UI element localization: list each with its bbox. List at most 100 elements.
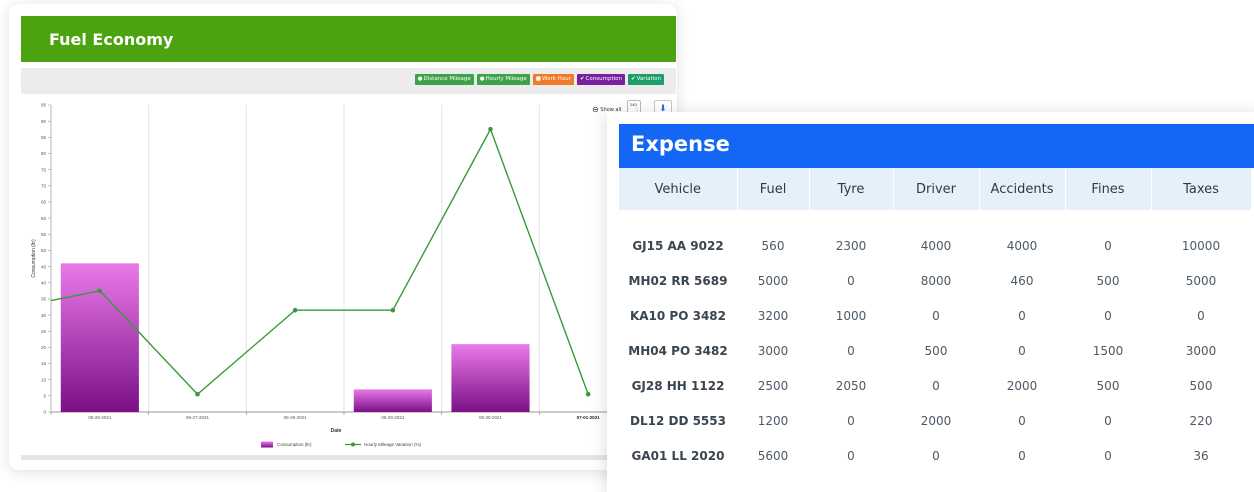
expense-cell-fines: 1500: [1092, 343, 1124, 358]
y-tick-label: 15: [41, 361, 47, 366]
y-tick-label: 60: [41, 216, 47, 221]
table-spacer: [619, 210, 1251, 228]
variation-point: [585, 391, 591, 397]
chart-scrollbar[interactable]: [21, 455, 676, 460]
y-tick-label: 80: [41, 151, 47, 156]
expense-table: Vehicle Fuel Tyre Driver Accidents Fines Taxes…: [619, 168, 1252, 473]
column-header-fines[interactable]: Fines: [1065, 168, 1152, 210]
legend-consumption-swatch: [261, 441, 273, 448]
expense-cell-tyre: 0: [847, 343, 855, 358]
expense-cell-accidents: 0: [1018, 308, 1026, 323]
expense-cell-fines: 0: [1104, 308, 1112, 323]
table-row[interactable]: GA01 LL 2020 5600 0 0 0 0 36: [619, 438, 1251, 473]
vehicle-cell: KA10 PO 3482: [629, 308, 727, 323]
x-tick-label: 06-28-2021: [284, 415, 308, 420]
legend-variation-label: Hourly Mileage Variation (%): [364, 442, 421, 447]
y-tick-label: 25: [41, 329, 47, 334]
table-row[interactable]: DL12 DD 5553 1200 0 2000 0 0 220: [619, 403, 1251, 438]
y-tick-label: 10: [41, 377, 47, 382]
expense-cell-fines: 500: [1096, 378, 1120, 393]
table-row[interactable]: KA10 PO 3482 3200 1000 0 0 0 0: [619, 298, 1251, 333]
table-row[interactable]: MH02 RR 5689 5000 0 8000 460 500 5000: [619, 263, 1251, 298]
y-tick-label: 65: [41, 200, 47, 205]
expense-cell-driver: 500: [924, 343, 948, 358]
expense-cell-fuel: 5000: [757, 273, 789, 288]
expense-cell-driver: 8000: [920, 273, 952, 288]
consumption-bar: [60, 263, 139, 412]
expense-cell-taxes: 10000: [1181, 238, 1221, 253]
expense-cell-accidents: 2000: [1006, 378, 1038, 393]
y-tick-label: 75: [41, 167, 47, 172]
x-tick-label: 06-27-2021: [186, 415, 210, 420]
expense-cell-taxes: 5000: [1185, 273, 1217, 288]
column-header-taxes[interactable]: Taxes: [1151, 168, 1252, 210]
vehicle-cell: MH04 PO 3482: [628, 343, 728, 358]
expense-table-body: GJ15 AA 9022 560 2300 4000 4000 0 10000 MH02 RR…: [619, 210, 1251, 473]
vehicle-cell: MH02 RR 5689: [628, 273, 728, 288]
y-tick-label: 70: [41, 183, 47, 188]
column-header-accidents[interactable]: Accidents: [979, 168, 1066, 210]
expense-cell-fines: 0: [1104, 238, 1112, 253]
expense-table-header: Vehicle Fuel Tyre Driver Accidents Fines Taxes: [619, 168, 1252, 210]
expense-title: Expense: [631, 132, 730, 156]
expense-card: Expense Vehicle Fuel Tyre Driver Accidents Fi…: [607, 112, 1254, 492]
expense-cell-tyre: 2300: [835, 238, 867, 253]
y-tick-label: 55: [41, 232, 47, 237]
expense-cell-tyre: 1000: [835, 308, 867, 323]
expense-cell-driver: 0: [932, 308, 940, 323]
expense-cell-fuel: 3200: [757, 308, 789, 323]
x-axis-title: Date: [331, 428, 342, 434]
legend-consumption-label: Consumption (ltr): [277, 442, 312, 447]
y-tick-label: 50: [41, 248, 47, 253]
y-tick-label: 95: [41, 103, 47, 108]
x-tick-label: 06-30-2021: [479, 415, 503, 420]
y-tick-label: 85: [41, 135, 47, 140]
y-tick-label: 40: [41, 280, 47, 285]
column-header-driver[interactable]: Driver: [893, 168, 980, 210]
y-tick-label: 5: [43, 394, 46, 399]
fuel-economy-chart: 0 5 10 15 20 25 30 35 40 45 50 55 60 65 70 75 80 85 90 95 06…: [31, 103, 638, 448]
column-header-tyre[interactable]: Tyre: [809, 168, 894, 210]
y-tick-label: 90: [41, 119, 47, 124]
expense-cell-accidents: 0: [1018, 343, 1026, 358]
expense-cell-driver: 4000: [920, 238, 952, 253]
variation-point: [390, 307, 396, 313]
table-row[interactable]: GJ28 HH 1122 2500 2050 0 2000 500 500: [619, 368, 1251, 403]
expense-cell-fuel: 560: [761, 238, 785, 253]
x-tick-label: 06-26-2021: [88, 415, 112, 420]
expense-cell-fuel: 2500: [757, 378, 789, 393]
expense-cell-accidents: 0: [1018, 413, 1026, 428]
variation-point: [195, 391, 200, 397]
expense-cell-taxes: 220: [1189, 413, 1213, 428]
expense-cell-tyre: 0: [847, 413, 855, 428]
vehicle-cell: GJ28 HH 1122: [631, 378, 725, 393]
expense-cell-taxes: 3000: [1185, 343, 1217, 358]
expense-cell-driver: 0: [932, 378, 940, 393]
y-tick-label: 20: [41, 345, 47, 350]
y-tick-label: 45: [41, 264, 47, 269]
variation-point: [97, 288, 103, 294]
expense-cell-taxes: 500: [1189, 378, 1213, 393]
vehicle-cell: DL12 DD 5553: [630, 413, 726, 428]
vehicle-cell: GJ15 AA 9022: [632, 238, 724, 253]
x-tick-label: 06-29-2021: [381, 415, 405, 420]
expense-header: Expense: [619, 124, 1254, 168]
legend-variation-marker: [351, 442, 355, 447]
table-row[interactable]: GJ15 AA 9022 560 2300 4000 4000 0 10000: [619, 228, 1251, 263]
y-tick-label: 30: [41, 313, 47, 318]
variation-point: [292, 307, 298, 313]
column-header-vehicle[interactable]: Vehicle: [619, 168, 738, 210]
expense-cell-fuel: 5600: [757, 448, 789, 463]
y-tick-label: 0: [43, 410, 46, 415]
table-row[interactable]: MH04 PO 3482 3000 0 500 0 1500 3000: [619, 333, 1251, 368]
expense-cell-fuel: 1200: [757, 413, 789, 428]
consumption-bar: [451, 344, 530, 412]
fuel-economy-card: Fuel Economy ●Distance Mileage ●Hourly Mi…: [9, 4, 677, 470]
expense-cell-fuel: 3000: [757, 343, 789, 358]
y-axis-title: Consumption (ltr): [31, 239, 37, 278]
y-tick-label: 35: [41, 297, 47, 302]
variation-point: [488, 126, 493, 132]
column-header-fuel[interactable]: Fuel: [737, 168, 810, 210]
expense-cell-taxes: 36: [1193, 448, 1209, 463]
expense-cell-fines: 0: [1104, 413, 1112, 428]
